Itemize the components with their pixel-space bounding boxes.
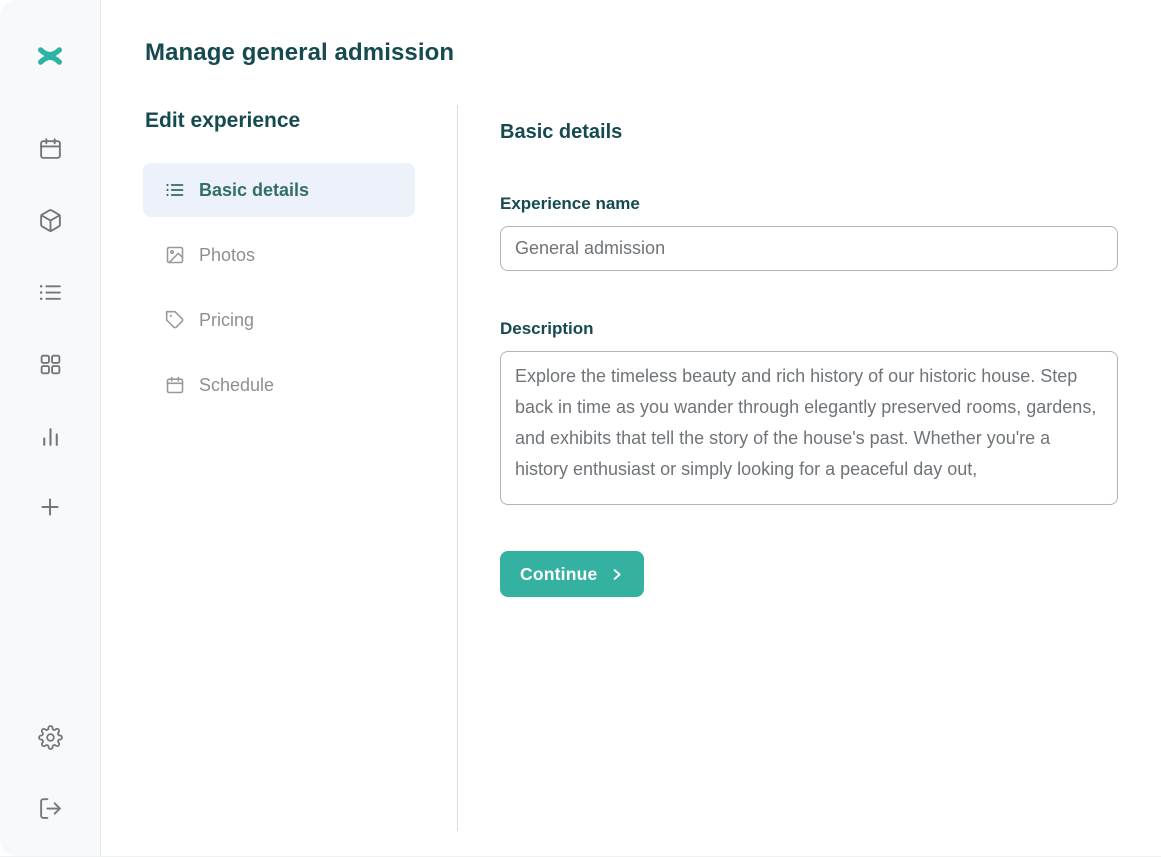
logout-icon[interactable]	[32, 790, 68, 826]
settings-gear-icon[interactable]	[32, 719, 68, 755]
package-icon[interactable]	[32, 202, 68, 238]
description-label: Description	[500, 319, 594, 339]
app-window: Manage general admission Edit experience…	[0, 0, 1161, 857]
edit-experience-nav: Basic details Photos Pricing	[143, 163, 415, 423]
bar-chart-icon[interactable]	[32, 418, 68, 454]
nav-item-label: Basic details	[199, 180, 309, 201]
continue-button[interactable]: Continue	[500, 551, 644, 597]
nav-item-label: Schedule	[199, 375, 274, 396]
edit-experience-heading: Edit experience	[145, 109, 300, 133]
calendar-icon	[165, 375, 185, 395]
plus-icon[interactable]	[32, 489, 68, 525]
description-textarea[interactable]: Explore the timeless beauty and rich his…	[500, 351, 1118, 505]
section-heading-basic-details: Basic details	[500, 121, 622, 144]
nav-item-photos[interactable]: Photos	[143, 228, 415, 282]
vertical-divider	[457, 105, 458, 831]
icon-rail-sidebar	[0, 0, 101, 856]
experience-name-input[interactable]	[500, 226, 1118, 271]
nav-item-pricing[interactable]: Pricing	[143, 293, 415, 347]
nav-item-label: Photos	[199, 245, 255, 266]
nav-item-label: Pricing	[199, 310, 254, 331]
continue-button-label: Continue	[520, 564, 597, 585]
calendar-icon[interactable]	[32, 130, 68, 166]
xola-logo-icon[interactable]	[32, 38, 68, 74]
tag-icon	[165, 310, 185, 330]
grid-icon[interactable]	[32, 346, 68, 382]
bullet-list-icon[interactable]	[32, 274, 68, 310]
experience-name-label: Experience name	[500, 194, 640, 214]
nav-item-basic-details[interactable]: Basic details	[143, 163, 415, 217]
bullet-list-icon	[165, 180, 185, 200]
page-title: Manage general admission	[145, 39, 454, 67]
chevron-right-icon	[609, 567, 624, 582]
nav-item-schedule[interactable]: Schedule	[143, 358, 415, 412]
photo-icon	[165, 245, 185, 265]
